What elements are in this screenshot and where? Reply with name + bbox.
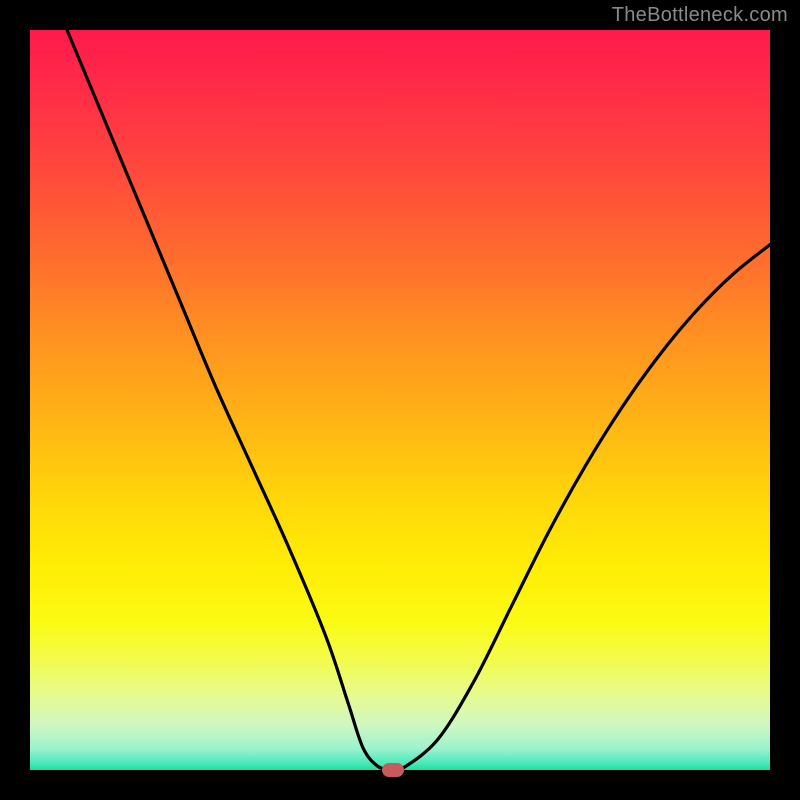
optimal-point-marker: [382, 763, 404, 777]
bottleneck-curve-path: [67, 30, 770, 770]
chart-frame: TheBottleneck.com: [0, 0, 800, 800]
curve-svg: [30, 30, 770, 770]
watermark-text: TheBottleneck.com: [612, 4, 788, 27]
plot-area: [30, 30, 770, 770]
